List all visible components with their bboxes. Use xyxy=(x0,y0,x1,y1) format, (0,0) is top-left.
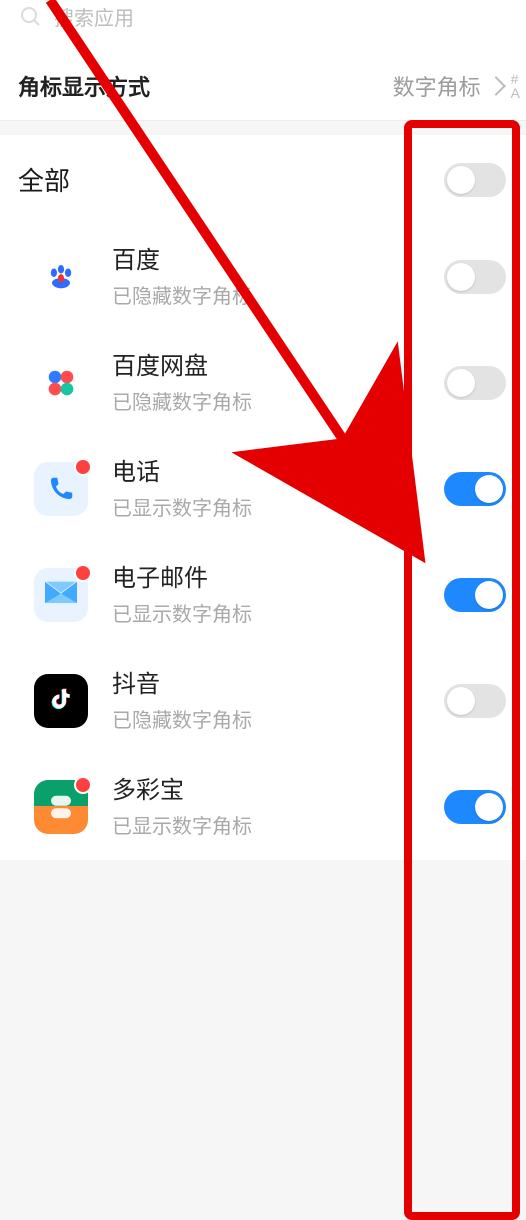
badge-dot xyxy=(74,564,92,582)
app-status: 已显示数字角标 xyxy=(112,598,444,627)
app-name: 多彩宝 xyxy=(112,775,444,806)
app-status: 已隐藏数字角标 xyxy=(112,704,444,733)
chevron-right-icon xyxy=(486,76,506,96)
app-status: 已显示数字角标 xyxy=(112,492,444,521)
badge-dot xyxy=(74,458,92,476)
search-icon xyxy=(18,4,42,28)
app-name: 百度 xyxy=(112,245,444,276)
app-icon-douyin xyxy=(34,674,88,728)
index-letter: A xyxy=(511,86,520,100)
app-status: 已显示数字角标 xyxy=(112,810,444,839)
app-icon-dcb xyxy=(34,780,88,834)
app-name: 电子邮件 xyxy=(112,563,444,594)
section-value: 数字角标 # A xyxy=(393,70,520,102)
app-status: 已隐藏数字角标 xyxy=(112,386,444,415)
app-row-baidu: 百度已隐藏数字角标 xyxy=(0,224,526,330)
all-apps-label: 全部 xyxy=(18,161,70,198)
index-letter: # xyxy=(511,72,520,86)
app-icon-phone xyxy=(34,462,88,516)
all-apps-toggle[interactable] xyxy=(444,163,506,197)
app-name: 抖音 xyxy=(112,669,444,700)
all-apps-row: 全部 xyxy=(0,135,526,224)
app-status: 已隐藏数字角标 xyxy=(112,280,444,309)
app-row-bdpan: 百度网盘已隐藏数字角标 xyxy=(0,330,526,436)
app-toggle-phone[interactable] xyxy=(444,472,506,506)
app-toggle-baidu[interactable] xyxy=(444,260,506,294)
search-field[interactable]: 搜索应用 xyxy=(18,0,508,32)
app-row-douyin: 抖音已隐藏数字角标 xyxy=(0,648,526,754)
app-icon-bdpan xyxy=(34,356,88,410)
badge-display-mode-row[interactable]: 角标显示方式 数字角标 # A xyxy=(0,36,526,121)
app-icon-baidu xyxy=(34,250,88,304)
app-row-mail: 电子邮件已显示数字角标 xyxy=(0,542,526,648)
app-name: 电话 xyxy=(112,457,444,488)
app-icon-mail xyxy=(34,568,88,622)
section-value-text: 数字角标 xyxy=(393,70,481,102)
section-title: 角标显示方式 xyxy=(18,70,150,102)
app-row-phone: 电话已显示数字角标 xyxy=(0,436,526,542)
app-row-dcb: 多彩宝已显示数字角标 xyxy=(0,754,526,860)
app-toggle-douyin[interactable] xyxy=(444,684,506,718)
app-toggle-mail[interactable] xyxy=(444,578,506,612)
app-toggle-bdpan[interactable] xyxy=(444,366,506,400)
search-placeholder: 搜索应用 xyxy=(54,2,134,31)
app-name: 百度网盘 xyxy=(112,351,444,382)
app-list: 百度已隐藏数字角标百度网盘已隐藏数字角标电话已显示数字角标电子邮件已显示数字角标… xyxy=(0,224,526,860)
app-toggle-dcb[interactable] xyxy=(444,790,506,824)
badge-dot xyxy=(74,776,92,794)
